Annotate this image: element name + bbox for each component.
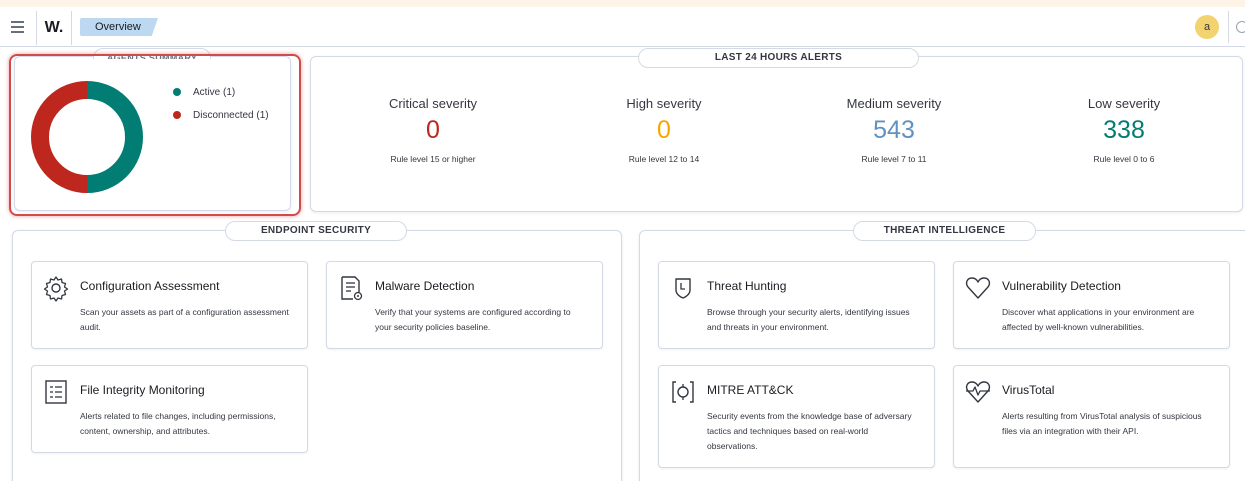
card-configuration-assessment[interactable]: Configuration Assessment Scan your asset…: [31, 261, 308, 349]
breadcrumb-overview[interactable]: Overview: [80, 18, 158, 36]
card-mitre-attack[interactable]: MITRE ATT&CK Security events from the kn…: [658, 365, 935, 468]
gear-icon: [43, 276, 69, 302]
high-severity-value[interactable]: 0: [564, 116, 764, 148]
critical-severity-value[interactable]: 0: [333, 116, 533, 148]
card-title: Threat Hunting: [707, 279, 787, 293]
card-description: Scan your assets as part of a configurat…: [80, 307, 289, 332]
threat-intelligence-title: THREAT INTELLIGENCE: [853, 221, 1036, 241]
card-title: MITRE ATT&CK: [707, 383, 794, 397]
app-logo[interactable]: W.: [36, 11, 72, 45]
high-severity-stat[interactable]: High severity 0 Rule level 12 to 14: [564, 96, 764, 164]
low-severity-sub: Rule level 0 to 6: [1093, 154, 1155, 164]
top-header-bar: W. Overview a: [0, 7, 1245, 47]
heart-pulse-icon: [965, 381, 991, 403]
target-bracket-icon: [672, 381, 694, 403]
hamburger-menu-icon[interactable]: [5, 16, 29, 38]
high-severity-sub: Rule level 12 to 14: [628, 154, 700, 164]
low-severity-stat[interactable]: Low severity 338 Rule level 0 to 6: [1024, 96, 1224, 164]
medium-severity-label: Medium severity: [846, 96, 942, 111]
alerts-title: LAST 24 HOURS ALERTS: [638, 48, 919, 68]
low-severity-value[interactable]: 338: [1024, 116, 1224, 148]
card-threat-hunting[interactable]: Threat Hunting Browse through your secur…: [658, 261, 935, 349]
document-gear-icon: [341, 276, 363, 301]
high-severity-label: High severity: [626, 96, 702, 111]
logo-text: W.: [44, 19, 64, 36]
card-description: Verify that your systems are configured …: [375, 307, 571, 332]
card-title: File Integrity Monitoring: [80, 383, 205, 397]
card-title: VirusTotal: [1002, 383, 1055, 397]
top-accent-strip: [0, 0, 1245, 7]
card-description: Alerts related to file changes, includin…: [80, 411, 276, 436]
card-title: Malware Detection: [375, 279, 475, 293]
critical-severity-label: Critical severity: [388, 96, 478, 111]
agents-summary-highlight-outline: [9, 54, 301, 216]
medium-severity-stat[interactable]: Medium severity 543 Rule level 7 to 11: [794, 96, 994, 164]
card-file-integrity-monitoring[interactable]: File Integrity Monitoring Alerts related…: [31, 365, 308, 453]
shield-icon: [675, 278, 691, 299]
checklist-icon: [45, 380, 67, 404]
user-avatar[interactable]: a: [1195, 15, 1219, 39]
card-vulnerability-detection[interactable]: Vulnerability Detection Discover what ap…: [953, 261, 1230, 349]
card-title: Configuration Assessment: [80, 279, 220, 293]
low-severity-label: Low severity: [1087, 96, 1161, 111]
card-description: Discover what applications in your envir…: [1002, 307, 1195, 332]
card-title: Vulnerability Detection: [1002, 279, 1121, 293]
critical-severity-stat[interactable]: Critical severity 0 Rule level 15 or hig…: [333, 96, 533, 164]
endpoint-security-title: ENDPOINT SECURITY: [225, 221, 407, 241]
card-description: Security events from the knowledge base …: [707, 411, 912, 451]
heart-outline-icon: [965, 277, 991, 299]
card-malware-detection[interactable]: Malware Detection Verify that your syste…: [326, 261, 603, 349]
card-description: Alerts resulting from VirusTotal analysi…: [1002, 411, 1202, 436]
card-virustotal[interactable]: VirusTotal Alerts resulting from VirusTo…: [953, 365, 1230, 468]
medium-severity-value[interactable]: 543: [794, 116, 994, 148]
clock-icon[interactable]: [1236, 21, 1245, 33]
medium-severity-sub: Rule level 7 to 11: [861, 154, 927, 164]
header-divider: [1228, 11, 1229, 43]
card-description: Browse through your security alerts, ide…: [707, 307, 910, 332]
critical-severity-sub: Rule level 15 or higher: [390, 154, 476, 164]
